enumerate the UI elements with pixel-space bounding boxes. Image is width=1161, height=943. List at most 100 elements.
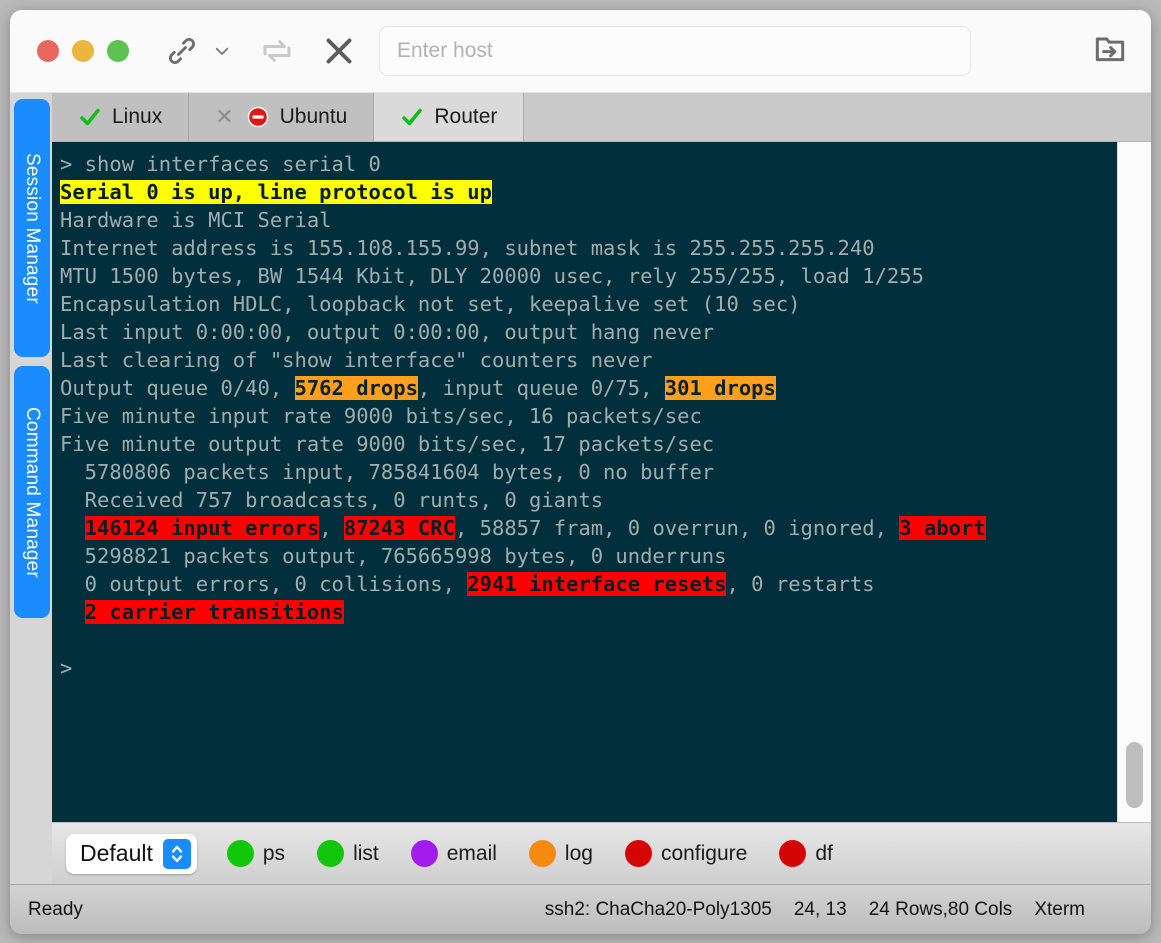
tab-router[interactable]: Router [374,93,525,141]
red-no-entry-icon [247,106,268,128]
terminal-line: Serial 0 is up, line protocol is up [60,178,1117,206]
terminal-line: Five minute output rate 9000 bits/sec, 1… [60,430,1117,458]
minimize-window-button[interactable] [72,40,94,62]
quick-command-ps[interactable]: ps [226,840,286,867]
terminal-text: Internet address is 155.108.155.99, subn… [60,236,875,260]
toolbar-icons [165,33,357,69]
stepper-icon[interactable] [162,838,191,869]
green-check-icon [80,108,100,126]
terminal-line: 0 output errors, 0 collisions, 2941 inte… [60,570,1117,598]
command-color-dot-icon [226,840,254,867]
quick-command-list[interactable]: list [317,840,379,867]
green-check-icon [402,108,423,126]
tab-strip: Linux ✕ Ubuntu Router [52,93,1151,142]
chevron-down-icon[interactable] [213,42,231,60]
terminal-line: Output queue 0/40, 5762 drops, input que… [60,374,1117,402]
tab-label: Linux [112,105,163,128]
terminal-line: 146124 input errors, 87243 CRC, 58857 fr… [60,514,1117,542]
title-bar [10,10,1151,93]
window-body: Session Manager Command Manager Linux ✕ [10,93,1151,884]
terminal-highlight-red: 2 carrier transitions [84,600,344,624]
terminal-line: Last clearing of "show interface" counte… [60,346,1117,374]
status-cursor: 24, 13 [793,898,847,920]
terminal-highlight-red: 3 abort [899,516,986,540]
command-label: ps [262,841,286,865]
terminal-text: Last input 0:00:00, output 0:00:00, outp… [60,320,715,344]
command-button-bar: Default ps list email log configure df [52,822,1151,884]
sidebar-item-session-manager[interactable]: Session Manager [14,99,50,357]
tab-label: Ubuntu [279,105,348,128]
status-geometry: 24 Rows,80 Cols [868,898,1013,920]
terminal-output[interactable]: > show interfaces serial 0 Serial 0 is up… [52,142,1117,822]
command-label: df [815,841,833,865]
status-state: Ready [28,898,83,920]
command-manager-label: Command Manager [22,406,43,578]
open-session-folder-button[interactable] [1091,30,1129,73]
command-label: configure [660,841,748,865]
status-bar: Ready ssh2: ChaCha20-Poly1305 24, 13 24 … [10,884,1151,934]
tab-ubuntu[interactable]: ✕ Ubuntu [189,93,375,141]
status-emulation: Xterm [1034,898,1085,920]
command-color-dot-icon [528,840,556,867]
terminal-line: Encapsulation HDLC, loopback not set, ke… [60,290,1117,318]
disconnect-button[interactable] [321,33,357,69]
terminal-line: Hardware is MCI Serial [60,206,1117,234]
terminal-text: Received 757 broadcasts, 0 runts, 0 gian… [60,488,604,512]
command-color-dot-icon [624,840,652,867]
terminal-line: 2 carrier transitions [60,598,1117,626]
terminal-line: MTU 1500 bytes, BW 1544 Kbit, DLY 20000 … [60,262,1117,290]
command-label: list [353,841,379,865]
terminal-text: , 58857 fram, 0 overrun, 0 ignored, [454,516,900,540]
scrollbar-thumb[interactable] [1126,742,1143,808]
terminal-line: 5780806 packets input, 785841604 bytes, … [60,458,1117,486]
terminal-line: Five minute input rate 9000 bits/sec, 16… [60,402,1117,430]
traffic-lights [37,40,129,62]
terminal-highlight-orange: 5762 drops [294,376,418,400]
tab-linux[interactable]: Linux [52,93,190,141]
terminal-text: , [319,516,344,540]
terminal-text: MTU 1500 bytes, BW 1544 Kbit, DLY 20000 … [60,264,924,288]
quick-command-log[interactable]: log [528,840,593,867]
host-field[interactable] [379,26,971,76]
command-color-dot-icon [779,840,807,867]
terminal-highlight-orange: 301 drops [664,376,776,400]
tab-strip-empty-area [524,93,1151,141]
close-icon[interactable]: ✕ [215,106,233,128]
zoom-window-button[interactable] [107,40,129,62]
status-right-group: ssh2: ChaCha20-Poly1305 24, 13 24 Rows,8… [545,899,1133,921]
terminal-text: Encapsulation HDLC, loopback not set, ke… [60,292,801,316]
host-input[interactable] [380,39,970,63]
terminal-text: 5298821 packets output, 765665998 bytes,… [60,544,727,568]
main-column: Linux ✕ Ubuntu Router > show interfaces … [52,93,1151,884]
terminal-line: > [60,654,1117,682]
command-color-dot-icon [317,840,345,867]
quick-command-email[interactable]: email [410,840,497,867]
terminal-line: 5298821 packets output, 765665998 bytes,… [60,542,1117,570]
quick-command-df[interactable]: df [779,840,833,867]
terminal-scrollbar[interactable] [1117,142,1151,822]
terminal-highlight-yellow: Serial 0 is up, line protocol is up [60,180,492,204]
session-manager-label: Session Manager [22,152,43,304]
terminal-line: > show interfaces serial 0 [60,150,1117,178]
terminal-highlight-red: 2941 interface resets [467,572,727,596]
tab-label: Router [434,105,498,128]
profile-select-label: Default [80,840,153,866]
terminal-text: Hardware is MCI Serial [60,208,332,232]
quick-command-configure[interactable]: configure [624,840,748,867]
terminal-text: > [60,656,73,680]
quick-command-buttons: ps list email log configure df [226,840,833,867]
terminal-area: > show interfaces serial 0 Serial 0 is up… [52,142,1151,822]
terminal-text: Output queue 0/40, [60,376,295,400]
reconnect-button[interactable] [259,33,295,69]
terminal-highlight-red: 87243 CRC [343,516,455,540]
sidebar-item-command-manager[interactable]: Command Manager [14,366,50,618]
terminal-text: 5780806 packets input, 785841604 bytes, … [60,460,715,484]
terminal-text: Five minute input rate 9000 bits/sec, 16… [60,404,702,428]
connect-button[interactable] [165,34,199,68]
command-color-dot-icon [410,840,438,867]
profile-select[interactable]: Default [66,833,197,874]
close-window-button[interactable] [37,40,59,62]
terminal-text: , input queue 0/75, [417,376,665,400]
